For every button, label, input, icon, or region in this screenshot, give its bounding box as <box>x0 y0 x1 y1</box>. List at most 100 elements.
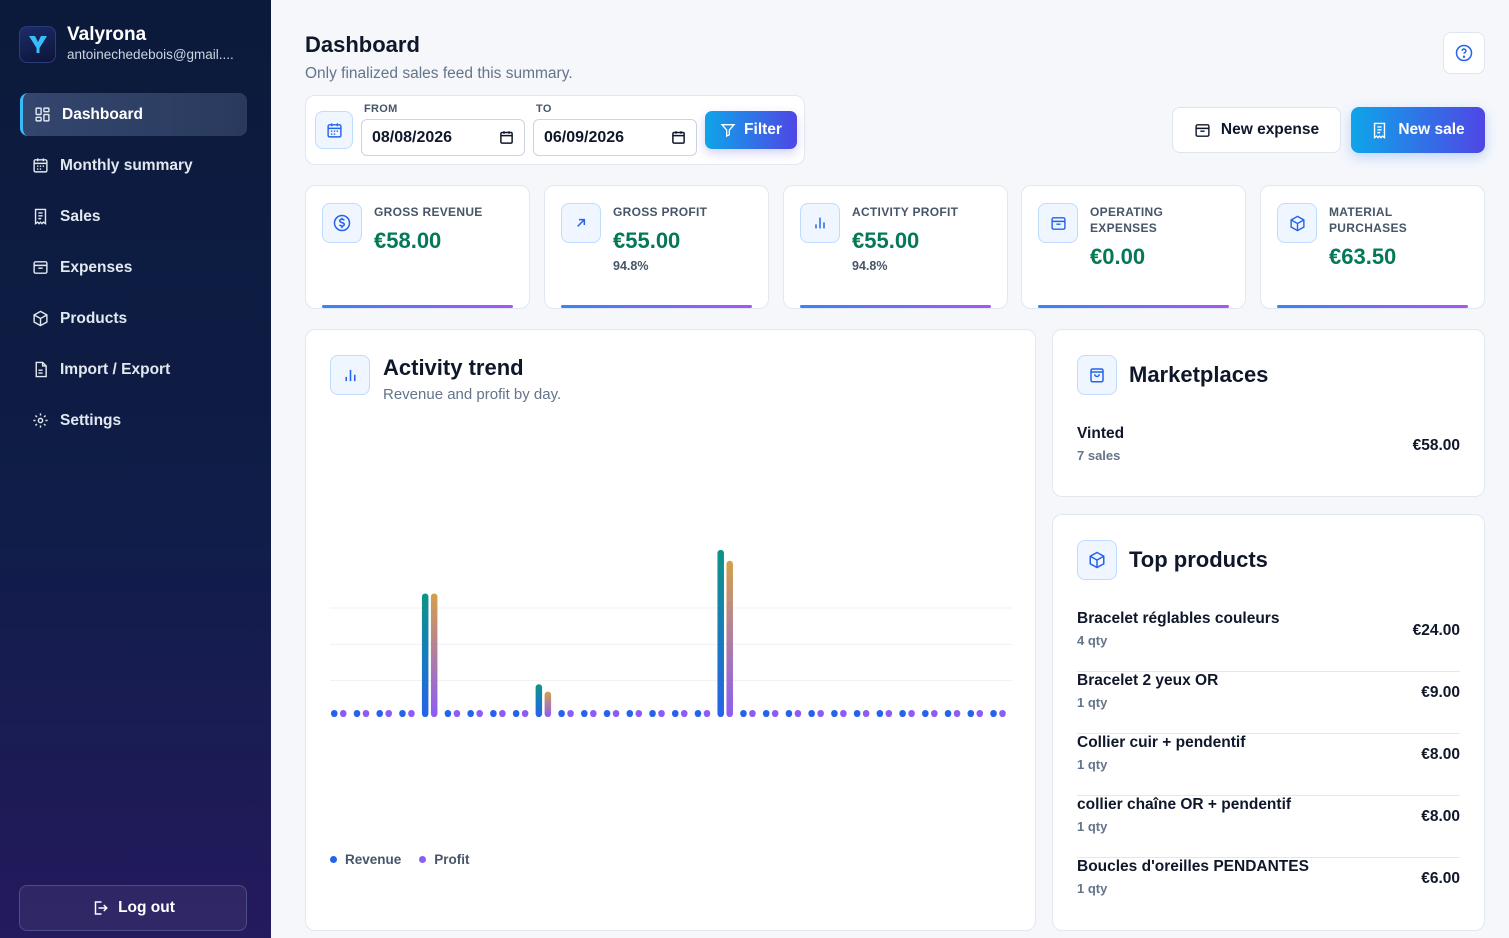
bar-revenue-d23[interactable] <box>831 710 838 717</box>
bar-revenue-d11[interactable] <box>558 710 565 717</box>
kpi-label: GROSS REVENUE <box>374 205 483 219</box>
bar-profit-d18[interactable] <box>726 560 733 717</box>
bar-profit-d16[interactable] <box>681 710 688 717</box>
bar-revenue-d1[interactable] <box>331 710 338 717</box>
kpi-label: GROSS PROFIT <box>613 205 708 219</box>
bar-profit-d23[interactable] <box>840 710 847 717</box>
bar-revenue-d4[interactable] <box>399 710 406 717</box>
new-expense-button[interactable]: New expense <box>1172 107 1341 153</box>
sidebar-item-settings[interactable]: Settings <box>20 399 247 442</box>
sidebar-item-label: Monthly summary <box>60 156 193 174</box>
bar-revenue-d18[interactable] <box>717 549 724 717</box>
to-date-input[interactable]: 06/09/2026 <box>533 119 697 156</box>
bar-profit-d21[interactable] <box>794 710 802 717</box>
bar-profit-d17[interactable] <box>703 710 711 717</box>
box-icon <box>1277 203 1317 243</box>
kpi-accent-bar <box>1038 305 1229 308</box>
bar-profit-d28[interactable] <box>953 710 961 717</box>
new-sale-button[interactable]: New sale <box>1351 107 1485 153</box>
bar-revenue-d14[interactable] <box>626 710 634 717</box>
bar-profit-d12[interactable] <box>590 710 597 717</box>
bar-profit-d24[interactable] <box>862 710 870 717</box>
sidebar-item-products[interactable]: Products <box>20 297 247 340</box>
activity-trend-chart <box>330 549 1012 717</box>
chart-legend: Revenue Profit <box>330 852 488 867</box>
bar-revenue-d15[interactable] <box>649 710 656 717</box>
sidebar-item-monthly-summary[interactable]: Monthly summary <box>20 144 247 187</box>
bar-profit-d19[interactable] <box>749 710 756 717</box>
bar-revenue-d26[interactable] <box>899 710 906 717</box>
bar-profit-d14[interactable] <box>635 710 643 717</box>
bar-revenue-d21[interactable] <box>785 710 793 717</box>
bar-revenue-d13[interactable] <box>603 710 611 717</box>
bar-profit-d6[interactable] <box>453 710 461 717</box>
sidebar-item-dashboard[interactable]: Dashboard <box>20 93 247 136</box>
list-item: Collier cuir + pendentif 1 qty €8.00 <box>1077 734 1460 796</box>
bar-profit-d27[interactable] <box>931 710 938 717</box>
bar-revenue-d5[interactable] <box>421 593 429 717</box>
help-button[interactable] <box>1443 32 1485 74</box>
bar-profit-d25[interactable] <box>885 710 893 717</box>
bar-profit-d5[interactable] <box>430 593 438 717</box>
logout-button[interactable]: Log out <box>19 885 247 931</box>
from-date-input[interactable]: 08/08/2026 <box>361 119 525 156</box>
filter-button[interactable]: Filter <box>705 111 797 149</box>
sidebar-item-sales[interactable]: Sales <box>20 195 247 238</box>
bar-revenue-d19[interactable] <box>740 710 747 717</box>
bar-revenue-d27[interactable] <box>922 710 929 717</box>
to-label: TO <box>536 103 552 115</box>
bar-revenue-d24[interactable] <box>853 710 861 717</box>
calendar-picker-icon[interactable] <box>671 130 686 145</box>
bar-revenue-d30[interactable] <box>990 710 997 717</box>
bar-revenue-d16[interactable] <box>672 710 679 717</box>
bar-revenue-d8[interactable] <box>490 710 497 717</box>
bar-revenue-d7[interactable] <box>467 710 474 717</box>
bar-profit-d3[interactable] <box>385 710 392 717</box>
gear-icon <box>33 413 48 428</box>
bar-revenue-d28[interactable] <box>944 710 952 717</box>
bar-profit-d13[interactable] <box>612 710 620 717</box>
bar-revenue-d6[interactable] <box>444 710 452 717</box>
bar-revenue-d17[interactable] <box>694 710 702 717</box>
calendar-picker-icon[interactable] <box>499 130 514 145</box>
bar-revenue-d2[interactable] <box>353 710 361 717</box>
page-title: Dashboard <box>305 32 420 57</box>
marketplace-value: €58.00 <box>1412 437 1460 454</box>
bar-revenue-d12[interactable] <box>581 710 588 717</box>
arrow-up-right-icon <box>561 203 601 243</box>
bar-profit-d11[interactable] <box>567 710 574 717</box>
bar-profit-d26[interactable] <box>908 710 915 717</box>
bar-revenue-d29[interactable] <box>967 710 975 717</box>
bar-revenue-d9[interactable] <box>512 710 520 717</box>
list-item: collier chaîne OR + pendentif 1 qty €8.0… <box>1077 796 1460 858</box>
bar-profit-d20[interactable] <box>771 710 779 717</box>
shopping-bag-icon <box>1077 355 1117 395</box>
bar-revenue-d3[interactable] <box>376 710 383 717</box>
chart-subtitle: Revenue and profit by day. <box>383 386 562 403</box>
help-icon <box>1455 44 1473 62</box>
bar-profit-d4[interactable] <box>408 710 415 717</box>
bar-revenue-d22[interactable] <box>808 710 815 717</box>
box-icon <box>33 310 48 327</box>
bar-revenue-d10[interactable] <box>535 684 543 717</box>
bar-profit-d30[interactable] <box>999 710 1006 717</box>
bar-profit-d2[interactable] <box>362 710 370 717</box>
new-sale-label: New sale <box>1398 121 1465 138</box>
file-icon <box>35 361 47 378</box>
bar-profit-d7[interactable] <box>476 710 483 717</box>
receipt-icon <box>34 208 47 225</box>
bar-profit-d9[interactable] <box>521 710 529 717</box>
bar-profit-d29[interactable] <box>976 710 984 717</box>
bar-profit-d1[interactable] <box>340 710 347 717</box>
sidebar-item-expenses[interactable]: Expenses <box>20 246 247 289</box>
product-value: €8.00 <box>1421 746 1460 763</box>
bar-profit-d22[interactable] <box>817 710 824 717</box>
sidebar-item-import-export[interactable]: Import / Export <box>20 348 247 391</box>
bar-revenue-d25[interactable] <box>876 710 884 717</box>
kpi-accent-bar <box>561 305 752 308</box>
sidebar-item-label: Expenses <box>60 258 133 276</box>
bar-profit-d10[interactable] <box>544 691 552 717</box>
bar-revenue-d20[interactable] <box>762 710 770 717</box>
bar-profit-d15[interactable] <box>658 710 665 717</box>
bar-profit-d8[interactable] <box>499 710 506 717</box>
